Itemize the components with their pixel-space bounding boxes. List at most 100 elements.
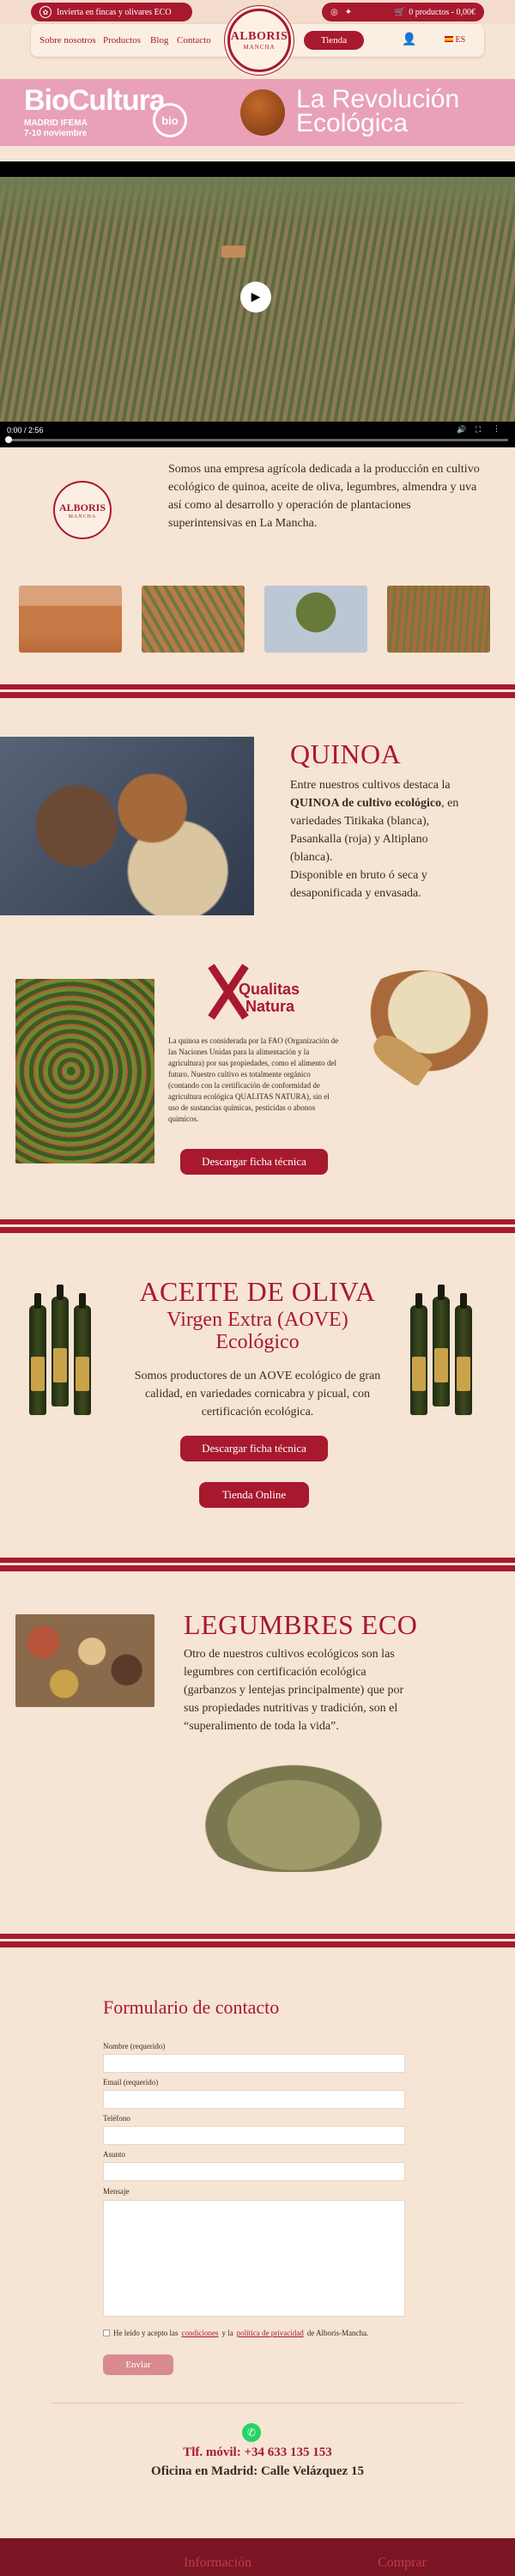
play-icon: ▶ [251,290,261,304]
video-time: 0:00 / 2:56 [7,426,44,434]
logo-main: ALBORIS [230,30,288,43]
olive-subtitle-line1: Virgen Extra (AOVE) [167,1309,348,1331]
contact-phone[interactable]: Tlf. móvil: +34 633 135 153 [0,2445,515,2460]
biocultura-banner[interactable]: BioCultura bio MADRID IFEMA 7-10 noviemb… [0,79,515,146]
footer-info-heading: Información [184,2555,252,2570]
flag-es-icon [445,36,453,42]
intro-logo: ALBORIS MANCHA [53,481,112,539]
olive-subtitle: Virgen Extra (AOVE) Ecológico [0,1309,515,1353]
section-divider [0,684,515,698]
video-controls: 0:00 / 2:56 🔊 ⛶ ⋮ [0,423,515,447]
quinoa-text-bold: QUINOA de cultivo ecológico [290,797,442,810]
cart-icon: 🛒 [394,7,406,17]
quinoa-plant-image [15,979,154,1163]
intro-logo-sub: MANCHA [68,513,97,519]
legumes-image [15,1614,154,1707]
name-field[interactable] [103,2054,405,2073]
quinoa-detail: La quinoa es considerada por la FAO (Org… [168,1036,339,1123]
photo-soil [19,586,122,653]
privacy-link[interactable]: política de privacidad [237,2329,304,2337]
message-field[interactable] [103,2200,405,2317]
name-label: Nombre (requerido) [103,2042,166,2050]
consent-row: He leído y acepto las condiciones y la p… [103,2329,368,2337]
photo-olive-tree [264,586,367,653]
intro-text: Somos una empresa agrícola dedicada a la… [168,463,480,530]
quinoa-text: Entre nuestros cultivos destaca la QUINO… [290,776,470,902]
cart-bar: ◎ ✦ 🛒 0 productos - 0,00€ [322,3,484,21]
whatsapp-icon[interactable]: ✆ [242,2423,261,2442]
subject-field[interactable] [103,2162,405,2181]
olive-text: Somos productores de un AOVE ecológico d… [134,1370,381,1419]
online-shop-button[interactable]: Tienda Online [199,1482,309,1508]
banner-slogan: La Revolución Ecológica [296,85,460,137]
intro-logo-main: ALBORIS [58,501,106,513]
language-label: ES [455,35,466,45]
contact-office: Oficina en Madrid: Calle Velázquez 15 [151,2464,364,2478]
video-sky [0,177,515,228]
quinoa-text-p3: Disponible en bruto ó seca y desaponific… [290,869,427,900]
lentils-sack-image [191,1755,397,1872]
site-logo[interactable]: ALBORIS MANCHA [227,9,291,72]
phone-label: Teléfono [103,2114,130,2123]
cart-link[interactable]: 🛒 0 productos - 0,00€ [395,8,476,17]
invest-link[interactable]: ✿ Invierta en fincas y olivares ECO [31,3,192,21]
logo-sub: MANCHA [243,44,276,51]
invest-label: Invierta en fincas y olivares ECO [57,7,172,17]
legumes-title: LEGUMBRES ECO [184,1609,418,1640]
email-label: Email (requerido) [103,2078,159,2087]
banner-title: BioCultura [24,84,166,117]
section-divider [0,1934,515,1947]
bio-badge: bio [153,103,187,137]
quinoa-text-p1: Entre nuestros cultivos destaca la [290,779,451,792]
qualitas-logo-line1: Qualitas [239,981,300,998]
form-title: Formulario de contacto [103,1996,280,2018]
language-selector[interactable]: ES [445,35,465,45]
terms-link[interactable]: condiciones [181,2329,218,2337]
legumes-text: Otro de nuestros cultivos ecológicos son… [184,1648,404,1733]
tractor [221,246,245,258]
banner-slogan-line1: La Revolución [296,85,460,113]
video-progress-track[interactable] [5,436,508,443]
volume-icon[interactable]: 🔊 [457,425,466,434]
instagram-icon[interactable]: ◎ [330,8,338,17]
twitter-icon[interactable]: ✦ [345,8,352,17]
consent-text-post: de Alboris-Mancha. [306,2329,369,2337]
nav-item-blog[interactable]: Blog [150,35,168,46]
photo-plantation [142,586,245,653]
quinoa-download-button[interactable]: Descargar ficha técnica [180,1149,328,1175]
section-divider [0,1219,515,1233]
consent-text-mid: y la [221,2329,233,2337]
section-divider [0,1558,515,1571]
olive-title: ACEITE DE OLIVA [139,1276,376,1307]
phone-field[interactable] [103,2126,405,2145]
submit-button[interactable]: Enviar [103,2354,173,2375]
consent-checkbox[interactable] [103,2330,110,2336]
olive-subtitle-line2: Ecológico [215,1331,300,1353]
fullscreen-icon[interactable]: ⛶ [476,425,481,434]
video-player[interactable]: ▶ 0:00 / 2:56 🔊 ⛶ ⋮ [0,161,515,447]
nav-item-products[interactable]: Productos [103,35,141,46]
banner-dates: 7-10 noviembre [24,129,88,138]
cart-label: 0 productos - 0,00€ [409,7,476,17]
subject-label: Asunto [103,2150,126,2159]
consent-text-pre: He leído y acepto las [113,2329,179,2337]
message-label: Mensaje [103,2187,130,2196]
olive-download-button[interactable]: Descargar ficha técnica [180,1436,328,1461]
nav-item-about[interactable]: Sobre nosotros [39,35,96,46]
shop-button[interactable]: Tienda [304,31,364,50]
banner-venue: MADRID IFEMA [24,118,88,128]
user-icon[interactable]: 👤 [402,33,416,47]
footer: Información Comprar [0,2538,515,2576]
banner-slogan-line2: Ecológica [296,109,409,137]
nav-item-contact[interactable]: Contacto [177,35,211,46]
quinoa-title: QUINOA [290,738,402,769]
qualitas-logo-line2: Natura [245,998,295,1015]
email-field[interactable] [103,2090,405,2109]
more-options-icon[interactable]: ⋮ [493,424,500,434]
photo-vineyard [387,586,490,653]
video-progress-handle[interactable] [5,436,12,443]
quinoa-image [0,737,254,915]
fruit-icon [240,89,285,136]
play-button[interactable]: ▶ [240,282,271,313]
qualitas-natura-logo: Qualitas Natura [208,963,300,1020]
